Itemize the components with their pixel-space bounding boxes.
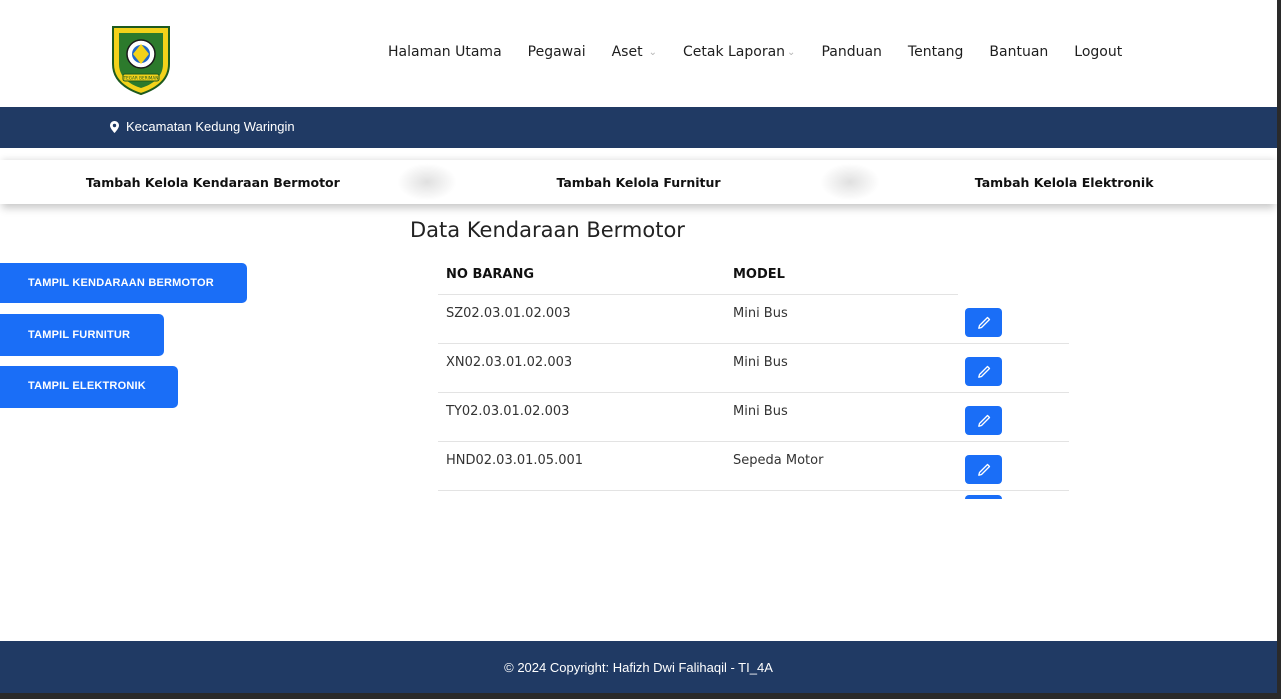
nav-label: Bantuan (989, 44, 1049, 60)
nav-label: Logout (1074, 44, 1123, 60)
tab-tambah-elektronik[interactable]: Tambah Kelola Elektronik (851, 160, 1277, 204)
column-header-no-barang: NO BARANG (446, 267, 535, 282)
location-bar: Kecamatan Kedung Waringin (0, 107, 1277, 148)
nav-cetak-laporan[interactable]: Cetak Laporan ⌄ (683, 44, 795, 60)
cell-model: Sepeda Motor (733, 453, 824, 468)
nav-label: Panduan (821, 44, 882, 60)
nav-label: Aset (611, 44, 643, 60)
logo-text: TEGAR BERIMAN (123, 76, 159, 81)
column-header-model: MODEL (733, 267, 785, 282)
tab-divider (815, 160, 885, 204)
button-label: TAMPIL KENDARAAN BERMOTOR (28, 277, 214, 289)
nav-halaman-utama[interactable]: Halaman Utama (388, 44, 502, 60)
site-header: TEGAR BERIMAN Halaman Utama Pegawai Aset… (0, 0, 1277, 107)
table-row: HND02.03.01.05.001 Sepeda Motor (438, 442, 1069, 491)
nav-tentang[interactable]: Tentang (908, 44, 964, 60)
cell-no-barang: XN02.03.01.02.003 (446, 355, 573, 370)
pencil-icon (977, 316, 990, 329)
kendaraan-table: NO BARANG MODEL SZ02.03.01.02.003 Mini B… (438, 258, 1069, 491)
cell-model: Mini Bus (733, 306, 788, 321)
edit-button-partial[interactable] (965, 495, 1002, 499)
button-label: TAMPIL FURNITUR (28, 329, 131, 341)
tab-divider (392, 160, 462, 204)
nav-bantuan[interactable]: Bantuan (989, 44, 1048, 60)
window-edge (0, 693, 1281, 699)
edit-button[interactable] (965, 455, 1002, 484)
map-pin-icon (110, 120, 119, 133)
table-row: TY02.03.01.02.003 Mini Bus (438, 393, 1069, 442)
cell-model: Mini Bus (733, 355, 788, 370)
tab-tambah-kendaraan[interactable]: Tambah Kelola Kendaraan Bermotor (0, 160, 426, 204)
pencil-icon (977, 365, 990, 378)
edit-button[interactable] (965, 357, 1002, 386)
tampil-elektronik-button[interactable]: TAMPIL ELEKTRONIK (0, 366, 178, 408)
nav-label: Cetak Laporan (682, 44, 786, 60)
nav-aset[interactable]: Aset ⌄ (612, 44, 657, 60)
nav-label: Pegawai (527, 44, 586, 60)
table-row: SZ02.03.01.02.003 Mini Bus (438, 295, 1069, 344)
chevron-down-icon: ⌄ (648, 46, 657, 58)
tab-label: Tambah Kelola Elektronik (974, 174, 1154, 190)
tampil-furnitur-button[interactable]: TAMPIL FURNITUR (0, 314, 164, 356)
tab-label: Tambah Kelola Kendaraan Bermotor (85, 174, 340, 190)
table-row: XN02.03.01.02.003 Mini Bus (438, 344, 1069, 393)
window-edge (1277, 0, 1281, 699)
nav-panduan[interactable]: Panduan (821, 44, 881, 60)
cell-no-barang: TY02.03.01.02.003 (446, 404, 570, 419)
pencil-icon (977, 463, 990, 476)
nav-label: Halaman Utama (388, 44, 502, 60)
regency-crest-logo[interactable]: TEGAR BERIMAN (109, 24, 173, 96)
main-nav: Halaman Utama Pegawai Aset ⌄ Cetak Lapora… (388, 44, 1148, 60)
page-title: Data Kendaraan Bermotor (410, 218, 685, 242)
site-footer: © 2024 Copyright: Hafizh Dwi Falihaqil -… (0, 641, 1277, 693)
pencil-icon (977, 414, 990, 427)
cell-no-barang: SZ02.03.01.02.003 (446, 306, 571, 321)
nav-pegawai[interactable]: Pegawai (528, 44, 586, 60)
nav-logout[interactable]: Logout (1074, 44, 1122, 60)
tab-strip: Tambah Kelola Kendaraan Bermotor Tambah … (0, 160, 1277, 204)
edit-button[interactable] (965, 308, 1002, 337)
tampil-kendaraan-button[interactable]: TAMPIL KENDARAAN BERMOTOR (0, 263, 247, 303)
cell-model: Mini Bus (733, 404, 788, 419)
location-text: Kecamatan Kedung Waringin (126, 119, 295, 134)
table-header: NO BARANG MODEL (438, 258, 958, 295)
copyright-text: © 2024 Copyright: Hafizh Dwi Falihaqil -… (504, 659, 773, 675)
tab-tambah-furnitur[interactable]: Tambah Kelola Furnitur (426, 160, 852, 204)
button-label: TAMPIL ELEKTRONIK (28, 380, 146, 392)
nav-label: Tentang (907, 44, 964, 60)
chevron-down-icon: ⌄ (787, 46, 796, 58)
cell-no-barang: HND02.03.01.05.001 (446, 453, 584, 468)
edit-button[interactable] (965, 406, 1002, 435)
location-info: Kecamatan Kedung Waringin (110, 119, 295, 134)
tab-label: Tambah Kelola Furnitur (556, 174, 721, 190)
